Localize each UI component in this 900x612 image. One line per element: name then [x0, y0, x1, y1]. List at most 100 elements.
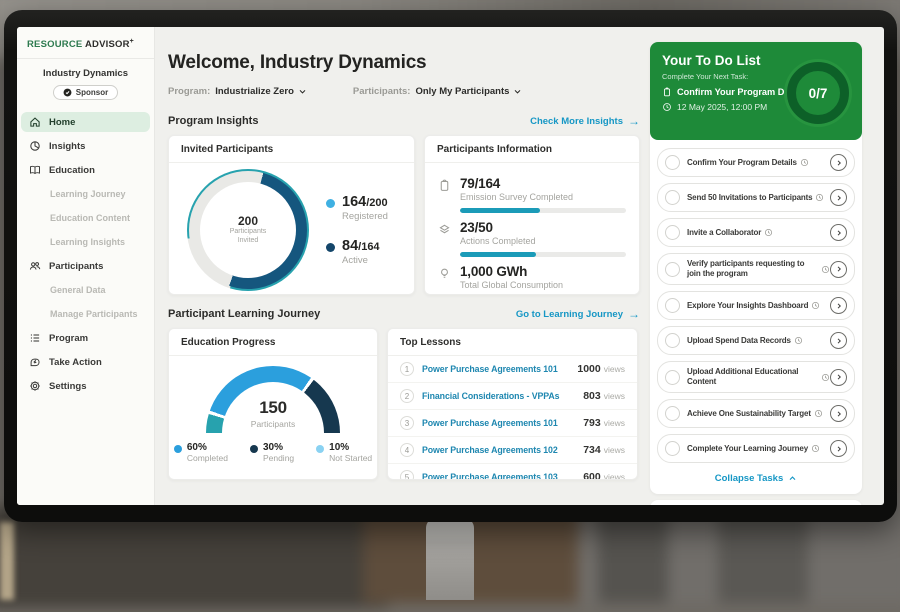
- progress-bar-fill: [460, 252, 536, 257]
- education-card-title: Education Progress: [169, 329, 377, 356]
- todo-go-button[interactable]: [830, 224, 847, 241]
- sidebar-item-education[interactable]: Education: [21, 160, 150, 180]
- education-icon: [29, 164, 41, 176]
- lightbulb-icon: [438, 267, 451, 280]
- todo-checkbox[interactable]: [665, 155, 680, 170]
- collapse-tasks-link[interactable]: Collapse Tasks: [650, 473, 862, 484]
- sidebar-item-insights[interactable]: Insights: [21, 136, 150, 156]
- participants-filter-dropdown[interactable]: Only My Participants: [415, 86, 522, 97]
- todo-go-button[interactable]: [830, 261, 847, 278]
- top-lessons-card: Top Lessons 1 Power Purchase Agreements …: [387, 328, 638, 480]
- page-title: Welcome, Industry Dynamics: [168, 52, 640, 74]
- todo-item: Explore Your Insights Dashboard: [657, 291, 855, 320]
- lesson-row: 3 Power Purchase Agreements 101 793views: [388, 410, 637, 437]
- todo-go-button[interactable]: [830, 189, 847, 206]
- chevron-right-icon: [835, 410, 843, 418]
- lesson-link[interactable]: Power Purchase Agreements 101: [422, 364, 558, 374]
- clock-icon: [662, 102, 672, 112]
- legend-not-started: 10%Not Started: [316, 442, 372, 463]
- sidebar-item-participants[interactable]: Participants: [21, 256, 150, 276]
- todo-checkbox[interactable]: [665, 298, 680, 313]
- sponsor-icon: [63, 88, 72, 97]
- todo-checkbox[interactable]: [665, 441, 680, 456]
- todo-go-button[interactable]: [830, 154, 847, 171]
- todo-item: Complete Your Learning Journey: [657, 434, 855, 463]
- lesson-row: 5 Power Purchase Agreements 103 600views: [388, 464, 637, 480]
- chevron-down-icon: [513, 87, 522, 96]
- sidebar-item-education-content[interactable]: Education Content: [21, 209, 150, 227]
- lesson-link[interactable]: Power Purchase Agreements 103: [422, 472, 558, 480]
- todo-go-button[interactable]: [830, 297, 847, 314]
- lesson-link[interactable]: Power Purchase Agreements 101: [422, 418, 558, 428]
- home-icon: [29, 116, 41, 128]
- todo-panel: Your To Do List Complete Your Next Task:…: [650, 42, 862, 494]
- lesson-link[interactable]: Financial Considerations - VPPAs: [422, 391, 559, 401]
- clipboard-icon: [662, 87, 672, 97]
- todo-checkbox[interactable]: [665, 190, 680, 205]
- sidebar-item-home[interactable]: Home: [21, 112, 150, 132]
- participants-information-card: Participants Information 79/164 Emission…: [424, 135, 640, 295]
- program-insights-title: Program Insights: [168, 115, 258, 127]
- todo-go-button[interactable]: [830, 405, 847, 422]
- sidebar-item-learning-insights[interactable]: Learning Insights: [21, 233, 150, 251]
- sidebar-item-settings[interactable]: Settings: [21, 376, 150, 396]
- chevron-right-icon: [835, 445, 843, 453]
- program-filter-dropdown[interactable]: Industrialize Zero: [215, 86, 307, 97]
- todo-summary-card: Your To Do List Complete Your Next Task:…: [650, 42, 862, 140]
- todo-progress-ring: 0/7: [784, 59, 852, 127]
- next-task-time: 12 May 2025, 12:00 PM: [677, 102, 767, 112]
- lesson-link[interactable]: Power Purchase Agreements 102: [422, 445, 558, 455]
- clock-icon: [811, 301, 820, 310]
- todo-item: Send 50 Invitations to Participants: [657, 183, 855, 212]
- todo-checkbox[interactable]: [665, 406, 680, 421]
- sidebar-item-general-data[interactable]: General Data: [21, 281, 150, 299]
- todo-item: Invite a Collaborator: [657, 218, 855, 247]
- gauge-center-value: 150: [206, 398, 340, 418]
- emission-progress-bar: [460, 208, 626, 213]
- arrow-right-icon: →: [628, 308, 640, 320]
- todo-go-button[interactable]: [830, 332, 847, 349]
- sidebar-item-manage-participants[interactable]: Manage Participants: [21, 305, 150, 323]
- sidebar-item-take-action[interactable]: Take Action: [21, 352, 150, 372]
- consumption-row: 1,000 GWh Total Global Consumption: [438, 264, 626, 290]
- clock-icon: [821, 265, 830, 274]
- sidebar-item-program[interactable]: Program: [21, 328, 150, 348]
- sponsor-badge: Sponsor: [53, 85, 118, 100]
- todo-checkbox[interactable]: [665, 370, 680, 385]
- arrow-right-icon: →: [628, 115, 640, 127]
- clock-icon: [821, 373, 830, 382]
- monitor-bezel: RESOURCE ADVISOR+ Industry Dynamics Spon…: [4, 10, 897, 522]
- todo-checkbox[interactable]: [665, 262, 680, 277]
- clock-icon: [814, 409, 823, 418]
- clock-icon: [811, 444, 820, 453]
- actions-completed-row: 23/50 Actions Completed: [438, 220, 626, 257]
- dashboard-screen: RESOURCE ADVISOR+ Industry Dynamics Spon…: [17, 27, 884, 505]
- todo-checkbox[interactable]: [665, 333, 680, 348]
- take-action-icon: [29, 356, 41, 368]
- todo-go-button[interactable]: [830, 440, 847, 457]
- actions-progress-bar: [460, 252, 626, 257]
- todo-item: Achieve One Sustainability Target: [657, 399, 855, 428]
- go-to-learning-journey-link[interactable]: Go to Learning Journey →: [516, 308, 640, 320]
- background-object: [0, 522, 14, 600]
- completed-dot-icon: [174, 445, 182, 453]
- registered-dot-icon: [326, 199, 335, 208]
- clipboard-icon: [438, 179, 451, 192]
- legend-pending: 30%Pending: [250, 442, 294, 463]
- invited-donut-chart: 200 Participants Invited: [187, 169, 309, 291]
- rank-badge: 1: [400, 362, 414, 376]
- chevron-right-icon: [835, 373, 843, 381]
- sidebar: RESOURCE ADVISOR+ Industry Dynamics Spon…: [17, 27, 155, 505]
- clock-icon: [800, 158, 809, 167]
- clock-icon: [794, 336, 803, 345]
- todo-go-button[interactable]: [830, 369, 847, 386]
- rank-badge: 2: [400, 389, 414, 403]
- chevron-right-icon: [835, 302, 843, 310]
- info-card-title: Participants Information: [425, 136, 639, 163]
- check-more-insights-link[interactable]: Check More Insights →: [530, 115, 640, 127]
- legend-completed: 60%Completed: [174, 442, 228, 463]
- sidebar-item-learning-journey[interactable]: Learning Journey: [21, 185, 150, 203]
- learning-journey-title: Participant Learning Journey: [168, 308, 320, 320]
- clock-icon: [764, 228, 773, 237]
- todo-checkbox[interactable]: [665, 225, 680, 240]
